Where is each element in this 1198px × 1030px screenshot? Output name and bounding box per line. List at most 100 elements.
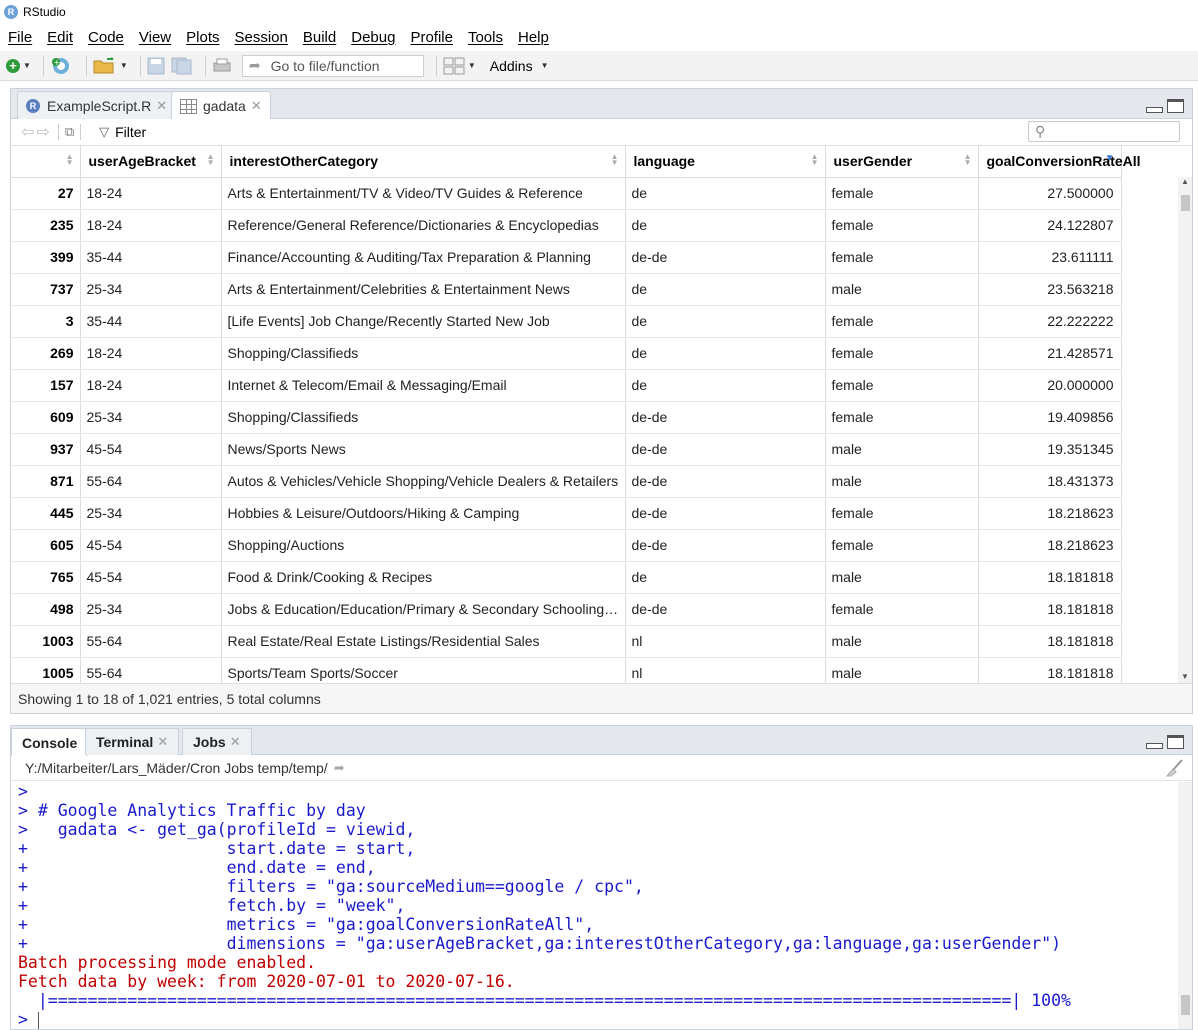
working-directory: Y:/Mitarbeiter/Lars_Mäder/Cron Jobs temp… bbox=[25, 759, 328, 776]
console-prompt: + bbox=[18, 915, 28, 934]
menu-session[interactable]: Session bbox=[235, 29, 288, 46]
cell-usergender: female bbox=[825, 401, 979, 434]
filter-button[interactable]: ▽ Filter bbox=[99, 124, 146, 140]
rstudio-logo-icon: R bbox=[4, 5, 18, 19]
source-pane: R ExampleScript.R ✕ gadata ✕ ⇦ ⇨ ⧉ ▽ Fil… bbox=[10, 88, 1193, 714]
column-header-goalconversionrateall[interactable]: goalConversionRateAll ▼ bbox=[978, 146, 1141, 178]
cell-language: de bbox=[625, 369, 826, 402]
console-prompt: + bbox=[18, 934, 28, 953]
window-title: RStudio bbox=[23, 5, 66, 19]
cell-rownum: 609 bbox=[11, 401, 81, 434]
scroll-thumb[interactable] bbox=[1181, 995, 1190, 1015]
close-icon[interactable]: ✕ bbox=[251, 98, 262, 114]
tab-console[interactable]: Console bbox=[11, 728, 89, 756]
column-header-usergender[interactable]: userGender ▲ ▼ bbox=[825, 146, 979, 178]
open-file-button[interactable]: ▼ bbox=[93, 55, 128, 77]
menu-build[interactable]: Build bbox=[303, 29, 336, 46]
tab-gadata[interactable]: gadata ✕ bbox=[171, 91, 271, 120]
menu-help[interactable]: Help bbox=[518, 29, 549, 46]
close-icon[interactable]: ✕ bbox=[230, 734, 241, 750]
console-output[interactable]: > > # Google Analytics Traffic by day > ga… bbox=[11, 782, 1177, 1029]
minimize-pane-icon[interactable] bbox=[1146, 743, 1163, 749]
scroll-thumb[interactable] bbox=[1181, 195, 1190, 211]
menu-profile[interactable]: Profile bbox=[410, 29, 453, 46]
maximize-pane-icon[interactable] bbox=[1167, 99, 1184, 113]
go-to-directory-icon[interactable]: ➦ bbox=[334, 760, 345, 776]
save-all-button[interactable] bbox=[171, 55, 193, 77]
pane-layout-button[interactable]: ▼ bbox=[443, 55, 476, 77]
console-scrollbar[interactable] bbox=[1178, 782, 1192, 1029]
broom-icon[interactable] bbox=[1164, 759, 1184, 777]
console-code-line: > gadata <- get_ga(profileId = viewid, bbox=[18, 820, 1177, 839]
go-to-file-input[interactable]: ➦ Go to file/function bbox=[241, 54, 424, 77]
minimize-pane-icon[interactable] bbox=[1146, 107, 1163, 113]
popout-icon[interactable]: ⧉ bbox=[65, 124, 74, 140]
cell-usergender: male bbox=[825, 433, 979, 466]
menu-plots[interactable]: Plots bbox=[186, 29, 219, 46]
chevron-down-icon: ▼ bbox=[23, 61, 31, 70]
cell-interestothercategory: Real Estate/Real Estate Listings/Residen… bbox=[221, 625, 626, 658]
cell-goalconversionrateall: 18.218623 bbox=[978, 529, 1122, 562]
new-file-button[interactable]: + ▼ bbox=[6, 55, 31, 77]
chevron-down-icon: ▼ bbox=[119, 61, 128, 70]
console-line-text: fetch.by = "week", bbox=[27, 896, 406, 915]
column-header-useragebracket[interactable]: userAgeBracket ▲ ▼ bbox=[80, 146, 222, 178]
console-line-text: gadata <- get_ga(profileId = viewid, bbox=[27, 820, 416, 839]
console-prompt: > bbox=[18, 801, 28, 820]
data-table-viewport: ▲ ▼ userAgeBracket ▲ ▼ interestOtherCategor… bbox=[11, 146, 1192, 683]
close-icon[interactable]: ✕ bbox=[156, 98, 167, 114]
table-row: 871 55-64 Autos & Vehicles/Vehicle Shoppin… bbox=[11, 465, 1122, 498]
console-code-line: + filters = "ga:sourceMedium==google / c… bbox=[18, 877, 1177, 896]
cell-goalconversionrateall: 27.500000 bbox=[978, 177, 1122, 210]
table-row: 609 25-34 Shopping/Classifieds de-de female 1… bbox=[11, 401, 1122, 434]
search-icon: ⚲ bbox=[1035, 123, 1046, 139]
tab-terminal[interactable]: Terminal ✕ bbox=[85, 728, 180, 755]
column-header-rownum[interactable]: ▲ ▼ bbox=[11, 146, 81, 178]
back-arrow-icon[interactable]: ⇦ bbox=[21, 122, 34, 142]
console-code-line: + metrics = "ga:goalConversionRateAll", bbox=[18, 915, 1177, 934]
menu-code[interactable]: Code bbox=[88, 29, 124, 46]
column-header-interestothercategory[interactable]: interestOtherCategory ▲ ▼ bbox=[221, 146, 626, 178]
vertical-scrollbar[interactable]: ▲ ▼ bbox=[1178, 177, 1192, 683]
viewer-toolbar: ⇦ ⇨ ⧉ ▽ Filter ⚲ bbox=[11, 119, 1192, 146]
maximize-pane-icon[interactable] bbox=[1167, 735, 1184, 749]
close-icon[interactable]: ✕ bbox=[157, 734, 168, 750]
cell-usergender: female bbox=[825, 241, 979, 274]
cell-rownum: 3 bbox=[11, 305, 81, 338]
save-icon bbox=[147, 57, 165, 74]
tab-jobs[interactable]: Jobs ✕ bbox=[182, 728, 252, 755]
menu-tools[interactable]: Tools bbox=[468, 29, 503, 46]
menu-view[interactable]: View bbox=[139, 29, 171, 46]
console-line-text: metrics = "ga:goalConversionRateAll", bbox=[27, 915, 595, 934]
menu-debug[interactable]: Debug bbox=[351, 29, 395, 46]
search-input[interactable]: ⚲ bbox=[1028, 121, 1180, 142]
menu-edit[interactable]: Edit bbox=[47, 29, 73, 46]
console-line-text: |=======================================… bbox=[18, 991, 1071, 1010]
cell-goalconversionrateall: 18.181818 bbox=[978, 593, 1122, 626]
cell-rownum: 445 bbox=[11, 497, 81, 530]
new-project-button[interactable]: + bbox=[50, 55, 74, 77]
save-button[interactable] bbox=[147, 55, 165, 77]
forward-arrow-icon[interactable]: ⇨ bbox=[36, 122, 49, 142]
column-header-language[interactable]: language ▲ ▼ bbox=[625, 146, 826, 178]
console-input-line[interactable]: > bbox=[18, 1010, 1177, 1029]
console-prompt: > bbox=[18, 1010, 28, 1029]
cell-language: de bbox=[625, 561, 826, 594]
cell-useragebracket: 25-34 bbox=[80, 497, 222, 530]
print-button[interactable] bbox=[212, 55, 232, 77]
cell-goalconversionrateall: 18.181818 bbox=[978, 625, 1122, 658]
cell-interestothercategory: Autos & Vehicles/Vehicle Shopping/Vehicl… bbox=[221, 465, 626, 498]
scroll-down-icon[interactable]: ▼ bbox=[1181, 672, 1189, 681]
scroll-up-icon[interactable]: ▲ bbox=[1181, 177, 1189, 186]
cell-rownum: 605 bbox=[11, 529, 81, 562]
tab-examplescript[interactable]: R ExampleScript.R ✕ bbox=[17, 91, 177, 119]
cell-goalconversionrateall: 24.122807 bbox=[978, 209, 1122, 242]
menu-file[interactable]: File bbox=[8, 29, 32, 46]
console-tab-strip: Console Terminal ✕ Jobs ✕ bbox=[11, 726, 1192, 756]
chevron-down-icon: ▼ bbox=[540, 61, 549, 70]
addins-menu[interactable]: Addins ▼ bbox=[490, 58, 549, 74]
menu-bar: File Edit Code View Plots Session Build … bbox=[0, 25, 1198, 49]
cell-interestothercategory: Arts & Entertainment/TV & Video/TV Guide… bbox=[221, 177, 626, 210]
cell-rownum: 871 bbox=[11, 465, 81, 498]
table-status: Showing 1 to 18 of 1,021 entries, 5 tota… bbox=[11, 683, 1192, 713]
